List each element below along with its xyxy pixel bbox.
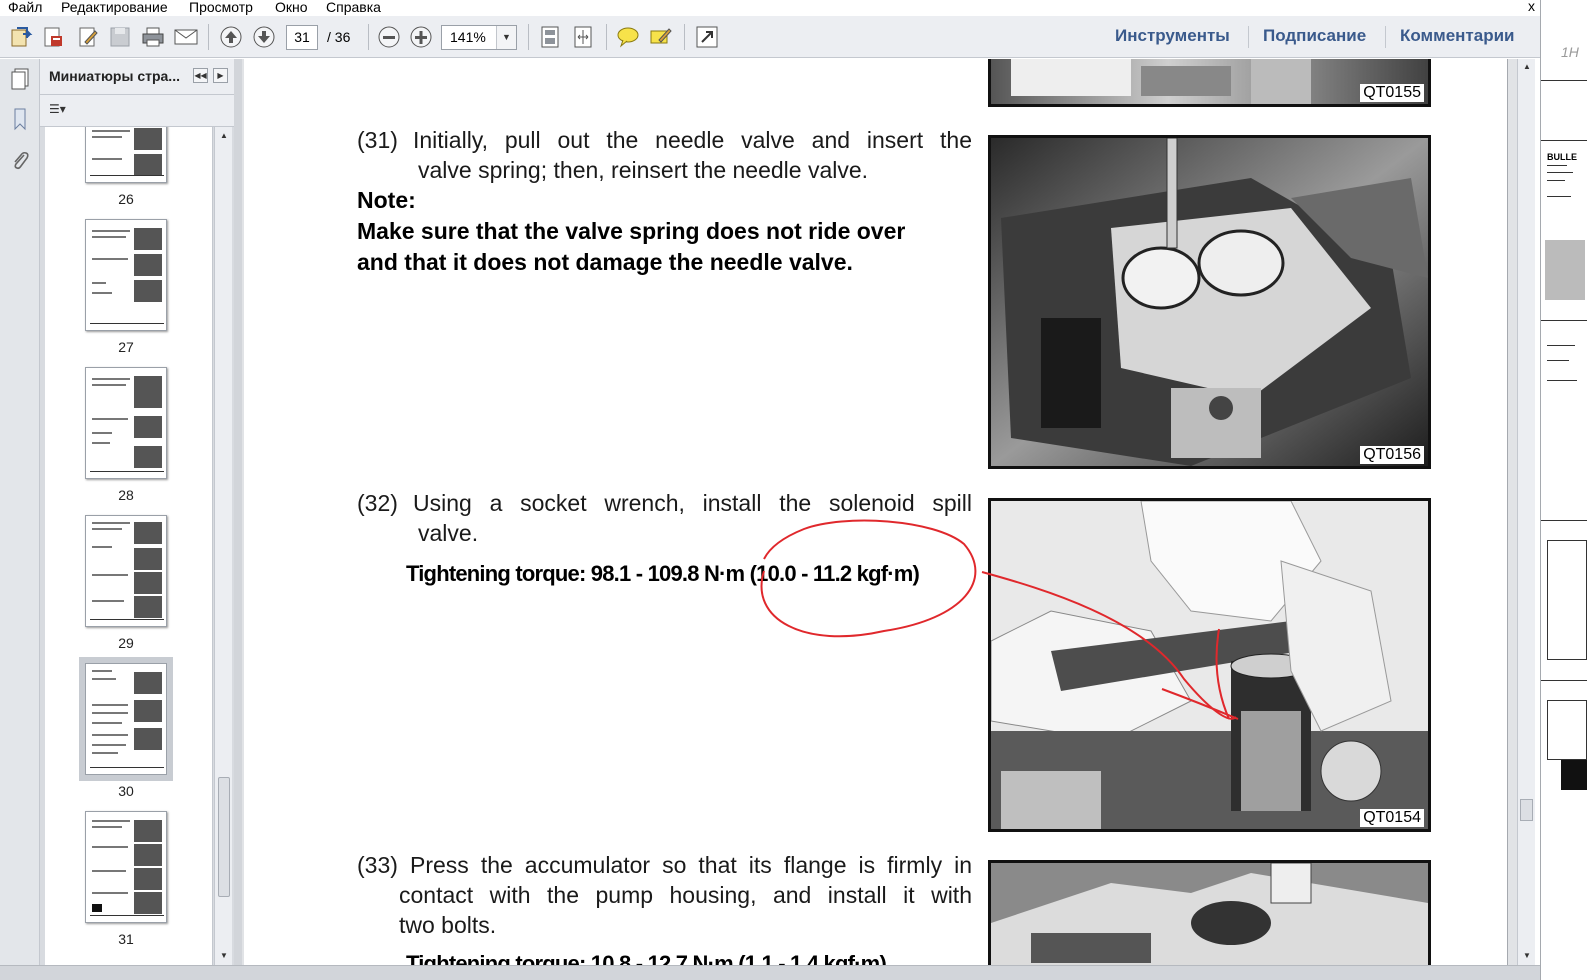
zoom-value: 141% <box>450 29 486 45</box>
tools-link[interactable]: Инструменты <box>1115 26 1230 46</box>
step-31-line1: Initially, pull out the needle valve and… <box>413 127 972 153</box>
step-33-line2: contact with the pump housing, and insta… <box>399 882 972 908</box>
thumbnails-scrollbar[interactable]: ▲ ▼ <box>214 127 232 965</box>
window-close-button[interactable]: x <box>1528 0 1535 14</box>
background-window: 1H BULLE <box>1540 0 1587 980</box>
page-thumbnails-icon[interactable] <box>9 67 31 91</box>
step-32-number: (32) <box>357 490 398 516</box>
zoom-select[interactable]: 141% ▼ <box>441 25 517 50</box>
thumbnails-options-bar: ☰▾ <box>40 95 234 127</box>
photo-code: QT0156 <box>1360 446 1424 464</box>
panel-collapse-icon[interactable]: ◀◀ <box>193 68 208 83</box>
note-line2: and that it does not damage the needle v… <box>357 249 853 275</box>
comments-link[interactable]: Комментарии <box>1400 26 1514 46</box>
document-scrollbar[interactable]: ▲ ▼ <box>1517 59 1535 965</box>
note-title: Note: <box>357 187 416 213</box>
edit-document-icon[interactable] <box>75 24 101 50</box>
print-icon[interactable] <box>140 24 166 50</box>
status-bar <box>0 965 1540 980</box>
create-pdf-icon[interactable] <box>40 24 66 50</box>
step-33-torque: Tightening torque: 10.8 - 12.7 N·m (1.1 … <box>406 951 887 965</box>
fit-page-icon[interactable] <box>537 24 563 50</box>
thumbnail-page-number: 31 <box>118 931 134 947</box>
scroll-down-icon[interactable]: ▼ <box>1518 951 1536 960</box>
thumbnails-panel: Миниатюры стра... ◀◀ ▶ ☰▾ 26 27 28 29 30… <box>40 59 234 965</box>
sign-link[interactable]: Подписание <box>1263 26 1366 46</box>
chevron-down-icon[interactable]: ▼ <box>496 26 516 49</box>
menu-edit[interactable]: Редактирование <box>61 0 168 15</box>
thumbnail-page-number: 27 <box>118 339 134 355</box>
zoom-in-icon[interactable] <box>408 24 434 50</box>
step-33-number: (33) <box>357 852 398 878</box>
fit-width-icon[interactable] <box>570 24 596 50</box>
thumbnail-page-number: 26 <box>118 191 134 207</box>
email-icon[interactable] <box>173 24 199 50</box>
thumbnail-page-number: 30 <box>118 783 134 799</box>
photo-qt0155: QT0155 <box>988 59 1431 107</box>
comment-icon[interactable] <box>615 24 641 50</box>
scrollbar-thumb[interactable] <box>218 777 230 897</box>
bookmarks-icon[interactable] <box>9 107 31 131</box>
thumbnails-list: 26 27 28 29 30 31 <box>45 127 213 965</box>
background-fragment-bulletin: BULLE <box>1547 152 1577 162</box>
thumbnail-page[interactable] <box>85 127 167 183</box>
navigation-pane-strip <box>0 59 40 965</box>
menu-view[interactable]: Просмотр <box>189 0 253 15</box>
scroll-up-icon[interactable]: ▲ <box>1518 62 1536 71</box>
previous-page-icon[interactable] <box>218 24 244 50</box>
panel-expand-icon[interactable]: ▶ <box>213 68 228 83</box>
step-31-number: (31) <box>357 127 398 153</box>
options-menu-icon[interactable]: ☰▾ <box>49 102 77 120</box>
toolbar: 31 / 36 141% ▼ Инструменты Подписание Ко… <box>0 16 1540 58</box>
open-file-icon[interactable] <box>8 24 34 50</box>
photo-code: QT0155 <box>1360 84 1424 102</box>
step-31-line2: valve spring; then, reinsert the needle … <box>418 157 869 183</box>
step-32-line2: valve. <box>418 520 479 546</box>
background-fragment-top: 1H <box>1561 44 1579 60</box>
thumbnail-page[interactable] <box>85 811 167 923</box>
fullscreen-icon[interactable] <box>694 24 720 50</box>
thumbnail-page[interactable] <box>85 219 167 331</box>
pane-splitter[interactable] <box>234 59 242 965</box>
step-33-line3: two bolts. <box>399 912 497 938</box>
page-number-input[interactable]: 31 <box>286 25 318 50</box>
photo-qt0156: QT0156 <box>988 135 1431 469</box>
step-33-line1: Press the accumulator so that its flange… <box>410 852 972 878</box>
thumbnail-page-number: 28 <box>118 487 134 503</box>
attachments-icon[interactable] <box>9 149 31 173</box>
note-line1: Make sure that the valve spring does not… <box>357 218 906 244</box>
thumbnail-page[interactable] <box>85 515 167 627</box>
photo-code: QT0154 <box>1360 809 1424 827</box>
page-total-label: / 36 <box>327 29 351 45</box>
scroll-down-icon[interactable]: ▼ <box>215 951 233 960</box>
zoom-out-icon[interactable] <box>376 24 402 50</box>
menu-bar: Файл Редактирование Просмотр Окно Справк… <box>0 0 1587 16</box>
thumbnail-page-selected[interactable] <box>79 657 173 781</box>
thumbnails-title: Миниатюры стра... <box>49 68 180 84</box>
thumbnails-header: Миниатюры стра... ◀◀ ▶ <box>40 59 234 95</box>
next-page-icon[interactable] <box>251 24 277 50</box>
scroll-up-icon[interactable]: ▲ <box>215 131 233 140</box>
save-icon[interactable] <box>107 24 133 50</box>
menu-help[interactable]: Справка <box>326 0 381 15</box>
menu-window[interactable]: Окно <box>275 0 308 15</box>
step-32-torque: Tightening torque: 98.1 - 109.8 N·m (10.… <box>406 561 920 586</box>
thumbnail-page-number: 29 <box>118 635 134 651</box>
photo-bottom <box>988 860 1431 965</box>
thumbnail-page[interactable] <box>85 367 167 479</box>
photo-qt0154: QT0154 <box>988 498 1431 832</box>
scrollbar-thumb[interactable] <box>1520 799 1533 821</box>
document-viewport: QT0155 (31) Initially, pull out the need… <box>242 59 1517 965</box>
document-page: QT0155 (31) Initially, pull out the need… <box>244 59 1508 965</box>
highlight-icon[interactable] <box>648 24 674 50</box>
step-32-line1: Using a socket wrench, install the solen… <box>413 490 972 516</box>
menu-file[interactable]: Файл <box>8 0 42 15</box>
